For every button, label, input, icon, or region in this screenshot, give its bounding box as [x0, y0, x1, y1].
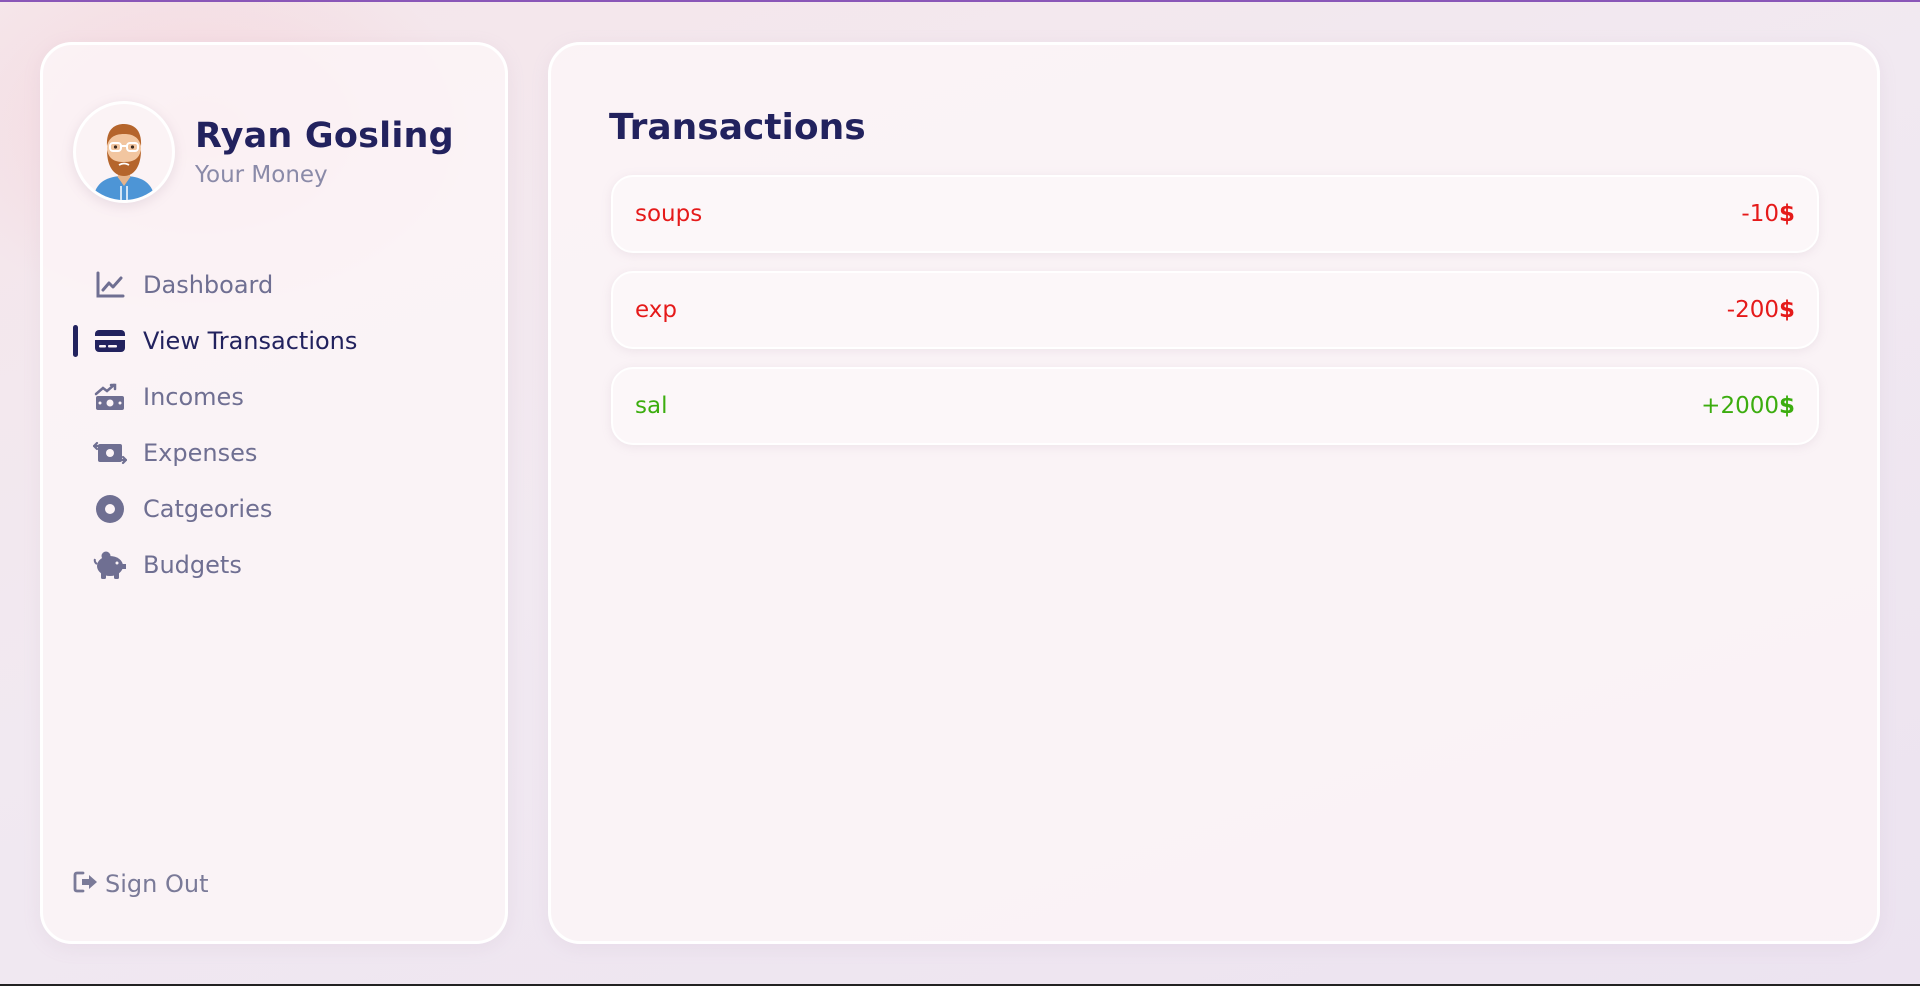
dollar-icon: $ — [1778, 201, 1795, 227]
sign-out-label: Sign Out — [105, 870, 209, 898]
transaction-row[interactable]: soups -10$ — [611, 175, 1819, 253]
avatar[interactable] — [73, 101, 175, 203]
user-subtitle: Your Money — [195, 162, 328, 189]
transaction-amount: -10$ — [1741, 201, 1795, 227]
sign-out-icon — [73, 870, 99, 898]
sidebar: Ryan Gosling Your Money Dashboard View T… — [40, 42, 508, 944]
sidebar-item-dashboard[interactable]: Dashboard — [73, 257, 473, 313]
sidebar-item-label: Expenses — [143, 439, 258, 467]
dollar-icon: $ — [1778, 393, 1795, 419]
transaction-name: soups — [635, 201, 703, 227]
chart-line-icon — [93, 268, 127, 302]
sidebar-item-label: Catgeories — [143, 495, 273, 523]
sidebar-item-categories[interactable]: Catgeories — [73, 481, 473, 537]
piggy-bank-icon — [93, 548, 127, 582]
sidebar-item-incomes[interactable]: Incomes — [73, 369, 473, 425]
avatar-illustration — [93, 124, 155, 200]
main-panel: Transactions soups -10$ exp -200$ sal +2… — [548, 42, 1880, 944]
transaction-amount: +2000$ — [1701, 393, 1795, 419]
sidebar-item-label: View Transactions — [143, 327, 358, 355]
money-bill-transfer-icon — [93, 436, 127, 470]
active-indicator — [73, 325, 78, 357]
user-name: Ryan Gosling — [195, 115, 454, 156]
sign-out-button[interactable]: Sign Out — [73, 870, 209, 898]
sidebar-item-label: Incomes — [143, 383, 244, 411]
transaction-amount: -200$ — [1726, 297, 1795, 323]
dollar-icon: $ — [1778, 297, 1795, 323]
transaction-name: sal — [635, 393, 668, 419]
top-accent-line — [0, 0, 1920, 2]
sidebar-item-label: Dashboard — [143, 271, 274, 299]
transaction-name: exp — [635, 297, 677, 323]
transaction-row[interactable]: sal +2000$ — [611, 367, 1819, 445]
sidebar-item-view-transactions[interactable]: View Transactions — [73, 313, 473, 369]
sidebar-item-expenses[interactable]: Expenses — [73, 425, 473, 481]
sidebar-nav: Dashboard View Transactions Incomes Expe… — [73, 257, 473, 593]
user-profile: Ryan Gosling Your Money — [73, 101, 454, 203]
money-bill-trend-up-icon — [93, 380, 127, 414]
transaction-list: soups -10$ exp -200$ sal +2000$ — [611, 175, 1819, 463]
sidebar-item-label: Budgets — [143, 551, 242, 579]
transaction-row[interactable]: exp -200$ — [611, 271, 1819, 349]
circle-dot-icon — [93, 492, 127, 526]
credit-card-icon — [93, 324, 127, 358]
page-title: Transactions — [609, 107, 866, 148]
sidebar-item-budgets[interactable]: Budgets — [73, 537, 473, 593]
